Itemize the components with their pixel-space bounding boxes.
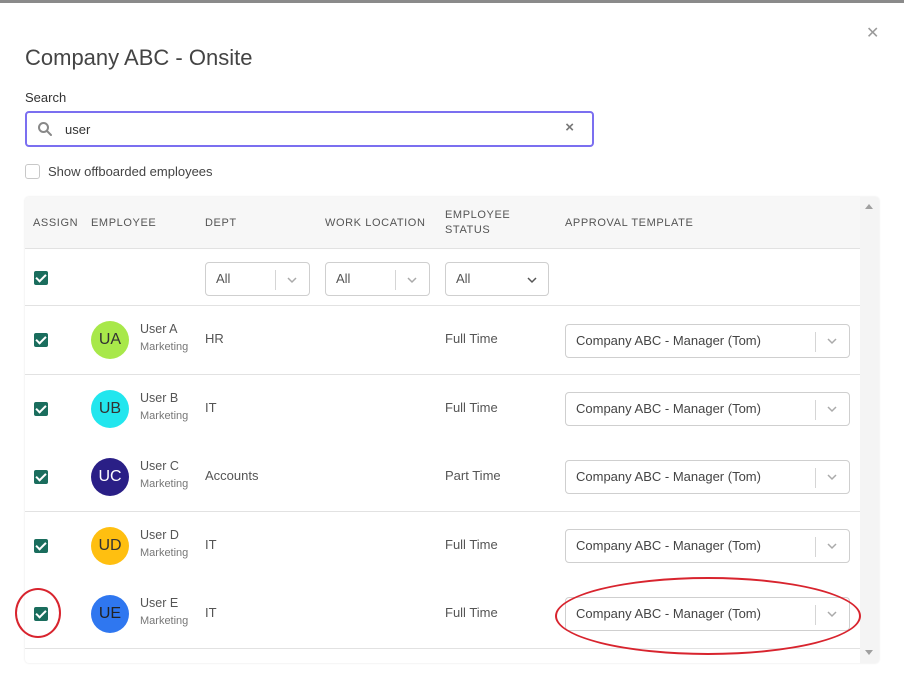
assign-checkbox[interactable]: [34, 402, 48, 416]
chevron-down-icon: [407, 277, 417, 284]
status-cell: Full Time: [445, 400, 498, 415]
chevron-down-icon: [827, 543, 837, 550]
employee-name: User B: [140, 391, 179, 405]
employee-group: Marketing: [140, 410, 189, 422]
select-divider: [815, 537, 816, 557]
chevron-down-icon: [527, 277, 537, 284]
header-dept: DEPT: [205, 217, 237, 229]
dept-cell: IT: [205, 537, 217, 552]
approval-template-value: Company ABC - Manager (Tom): [576, 469, 761, 484]
chevron-down-icon: [827, 474, 837, 481]
dept-filter-value: All: [216, 271, 231, 286]
work-location-filter-select[interactable]: All: [325, 262, 430, 296]
assign-checkbox[interactable]: [34, 333, 48, 347]
avatar: UD: [91, 527, 129, 565]
employee-name: User C: [140, 459, 179, 473]
select-divider: [815, 468, 816, 488]
avatar: UE: [91, 595, 129, 633]
employee-group: Marketing: [140, 478, 189, 490]
show-offboarded-checkbox[interactable]: [25, 164, 40, 179]
employee-group: Marketing: [140, 547, 189, 559]
dept-cell: HR: [205, 331, 224, 346]
approval-template-value: Company ABC - Manager (Tom): [576, 606, 761, 621]
employee-name: User A: [140, 322, 178, 336]
employee-name: User E: [140, 596, 179, 610]
status-cell: Full Time: [445, 537, 498, 552]
chevron-down-icon: [827, 406, 837, 413]
clear-search-icon[interactable]: ×: [565, 119, 574, 136]
approval-template-value: Company ABC - Manager (Tom): [576, 333, 761, 348]
dept-cell: Accounts: [205, 468, 259, 483]
assign-checkbox[interactable]: [34, 607, 48, 621]
chevron-down-icon: [827, 611, 837, 618]
employee-group: Marketing: [140, 341, 189, 353]
table-header: ASSIGN EMPLOYEE DEPT WORK LOCATION EMPLO…: [25, 197, 860, 249]
dialog-title: Company ABC - Onsite: [25, 45, 253, 70]
search-icon: [38, 122, 52, 136]
approval-template-select[interactable]: Company ABC - Manager (Tom): [565, 392, 850, 426]
dept-cell: IT: [205, 400, 217, 415]
approval-template-select[interactable]: Company ABC - Manager (Tom): [565, 597, 850, 631]
table-row: UB User B Marketing IT Full Time Company…: [25, 375, 860, 444]
show-offboarded-toggle[interactable]: Show offboarded employees: [25, 164, 213, 179]
dept-filter-select[interactable]: All: [205, 262, 310, 296]
avatar: UC: [91, 458, 129, 496]
assign-checkbox[interactable]: [34, 470, 48, 484]
employee-status-filter-value: All: [456, 271, 471, 286]
table-row: UA User A Marketing HR Full Time Company…: [25, 306, 860, 375]
chevron-down-icon: [827, 338, 837, 345]
chevron-down-icon: [287, 277, 297, 284]
search-input[interactable]: user: [65, 122, 90, 137]
close-icon[interactable]: ✕: [866, 26, 879, 42]
approval-template-select[interactable]: Company ABC - Manager (Tom): [565, 460, 850, 494]
employee-name: User D: [140, 528, 179, 542]
search-field[interactable]: user ×: [25, 111, 594, 147]
header-employee: EMPLOYEE: [91, 217, 157, 229]
header-work-location: WORK LOCATION: [325, 217, 426, 229]
assign-checkbox[interactable]: [34, 539, 48, 553]
table-row: UD User D Marketing IT Full Time Company…: [25, 512, 860, 581]
approval-template-value: Company ABC - Manager (Tom): [576, 401, 761, 416]
show-offboarded-label: Show offboarded employees: [48, 164, 213, 179]
status-cell: Full Time: [445, 331, 498, 346]
status-cell: Part Time: [445, 468, 501, 483]
avatar: UA: [91, 321, 129, 359]
table-row: UC User C Marketing Accounts Part Time C…: [25, 443, 860, 512]
select-divider: [815, 400, 816, 420]
select-divider: [275, 270, 276, 290]
approval-template-select[interactable]: Company ABC - Manager (Tom): [565, 529, 850, 563]
approval-template-value: Company ABC - Manager (Tom): [576, 538, 761, 553]
table-scrollbar[interactable]: [860, 197, 879, 663]
select-all-checkbox[interactable]: [34, 271, 48, 285]
header-employee-status-line2: STATUS: [445, 224, 491, 236]
table-row: UE User E Marketing IT Full Time Company…: [25, 580, 860, 649]
filter-row: All All All: [25, 250, 860, 306]
top-border: [0, 0, 904, 3]
avatar: UB: [91, 390, 129, 428]
dept-cell: IT: [205, 605, 217, 620]
select-divider: [815, 605, 816, 625]
employee-table: ASSIGN EMPLOYEE DEPT WORK LOCATION EMPLO…: [25, 197, 879, 663]
header-assign: ASSIGN: [33, 217, 79, 229]
scroll-down-icon[interactable]: [865, 650, 873, 655]
employee-group: Marketing: [140, 615, 189, 627]
approval-template-select[interactable]: Company ABC - Manager (Tom): [565, 324, 850, 358]
select-divider: [395, 270, 396, 290]
search-label: Search: [25, 90, 67, 105]
status-cell: Full Time: [445, 605, 498, 620]
select-divider: [815, 332, 816, 352]
header-approval-template: APPROVAL TEMPLATE: [565, 217, 694, 229]
employee-status-filter-select[interactable]: All: [445, 262, 549, 296]
work-location-filter-value: All: [336, 271, 351, 286]
header-employee-status-line1: EMPLOYEE: [445, 209, 511, 221]
scroll-up-icon[interactable]: [865, 204, 873, 209]
